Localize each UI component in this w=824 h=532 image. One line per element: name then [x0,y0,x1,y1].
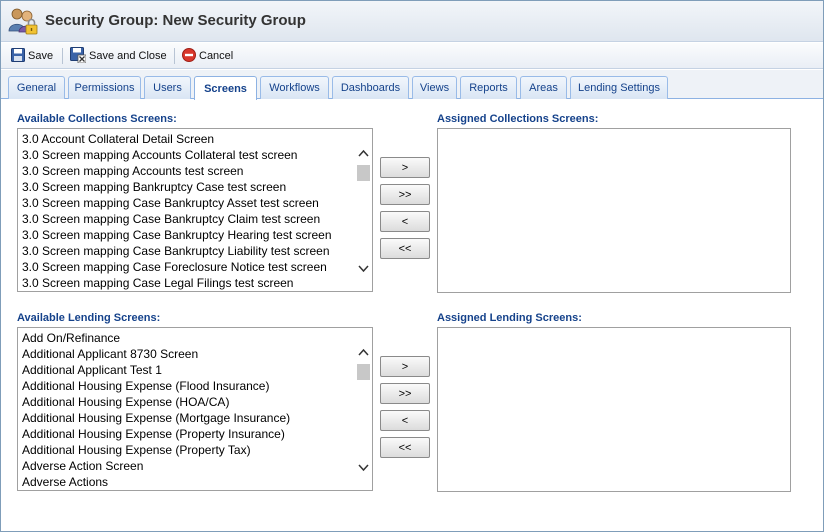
list-item[interactable]: 3.0 Screen mapping Case Legal Filings te… [18,275,355,291]
assigned-collections-label: Assigned Collections Screens: [437,113,599,125]
list-item[interactable]: Additional Applicant 8730 Screen [18,346,355,362]
toolbar: Save Save and Close Cancel [1,43,823,69]
list-item[interactable]: 3.0 Account Collateral Detail Screen [18,131,355,147]
tab-label: Areas [529,82,558,94]
chevron-up-icon[interactable] [355,343,372,360]
list-item[interactable]: Adverse Action Screen [18,458,355,474]
available-lending-scrollbar[interactable] [355,328,372,490]
security-group-window: Security Group: New Security Group Save [0,0,824,532]
tab-label: Workflows [269,82,320,94]
save-and-close-button[interactable]: Save and Close [70,46,167,66]
list-item[interactable]: 3.0 Screen mapping Accounts test screen [18,163,355,179]
tab-label: Lending Settings [578,82,660,94]
save-button[interactable]: Save [11,47,54,65]
screens-tab-panel: Available Collections Screens: Assigned … [1,100,823,531]
chevron-up-icon[interactable] [355,144,372,161]
list-item[interactable]: 3.0 Screen mapping Bankruptcy Case test … [18,179,355,195]
cancel-button[interactable]: Cancel [182,47,234,65]
assigned-lending-list[interactable] [437,327,791,492]
tab-views[interactable]: Views [412,76,457,99]
available-collections-list[interactable]: 3.0 Account Collateral Detail Screen 3.0 … [17,128,373,292]
tab-areas[interactable]: Areas [520,76,567,99]
tab-screens[interactable]: Screens [194,76,257,100]
add-all-lending-screens-button[interactable]: >> [380,383,430,404]
available-lending-list[interactable]: Add On/Refinance Additional Applicant 873… [17,327,373,491]
list-item[interactable]: Additional Housing Expense (HOA/CA) [18,394,355,410]
list-item[interactable]: 3.0 Screen mapping Case Foreclosure Noti… [18,259,355,275]
list-item[interactable]: Additional Housing Expense (Mortgage Ins… [18,410,355,426]
add-lending-screen-button[interactable]: > [380,356,430,377]
list-item[interactable]: Additional Applicant Test 1 [18,362,355,378]
cancel-circle-icon [182,47,199,65]
list-item[interactable]: Additional Housing Expense (Flood Insura… [18,378,355,394]
tab-label: Views [419,82,450,94]
toolbar-separator [174,48,175,64]
security-group-users-icon [7,5,39,37]
remove-lending-screen-button[interactable]: < [380,410,430,431]
tab-label: Permissions [74,82,135,94]
floppy-disk-close-icon [70,46,89,66]
tab-general[interactable]: General [8,76,65,99]
tab-label: Dashboards [340,82,401,94]
tab-label: Users [153,82,182,94]
tab-reports[interactable]: Reports [460,76,517,99]
scroll-thumb[interactable] [357,364,370,380]
list-item[interactable]: Add On/Refinance [18,330,355,346]
available-collections-scrollbar[interactable] [355,129,372,291]
list-item[interactable]: Additional Housing Expense (Property Ins… [18,426,355,442]
remove-collection-screen-button[interactable]: < [380,211,430,232]
assigned-collections-list[interactable] [437,128,791,293]
list-item[interactable]: Additional Housing Expense (Property Tax… [18,442,355,458]
available-collections-label: Available Collections Screens: [17,113,177,125]
tab-users[interactable]: Users [144,76,191,99]
tab-strip: General Permissions Users Screens Workfl… [1,70,823,100]
tab-permissions[interactable]: Permissions [68,76,141,99]
window-title: Security Group: New Security Group [45,12,306,29]
list-item[interactable]: 3.0 Screen mapping Case Bankruptcy Liabi… [18,243,355,259]
scroll-thumb[interactable] [357,165,370,181]
add-collection-screen-button[interactable]: > [380,157,430,178]
list-item[interactable]: 3.0 Screen mapping Case Bankruptcy Claim… [18,211,355,227]
tab-label: Screens [204,82,247,95]
tab-workflows[interactable]: Workflows [260,76,329,99]
tab-label: General [16,82,57,94]
save-and-close-button-label: Save and Close [89,50,167,62]
available-lending-label: Available Lending Screens: [17,312,161,324]
tab-label: Reports [469,82,508,94]
assigned-lending-label: Assigned Lending Screens: [437,312,582,324]
tab-lending-settings[interactable]: Lending Settings [570,76,668,99]
chevron-down-icon[interactable] [355,260,372,277]
floppy-disk-icon [11,47,28,65]
list-item[interactable]: 3.0 Screen mapping Accounts Collateral t… [18,147,355,163]
list-item[interactable]: 3.0 Screen mapping Case Bankruptcy Asset… [18,195,355,211]
remove-all-collection-screens-button[interactable]: << [380,238,430,259]
title-bar: Security Group: New Security Group [1,1,823,42]
add-all-collection-screens-button[interactable]: >> [380,184,430,205]
remove-all-lending-screens-button[interactable]: << [380,437,430,458]
tab-dashboards[interactable]: Dashboards [332,76,409,99]
list-item[interactable]: 3.0 Screen mapping Case Bankruptcy Heari… [18,227,355,243]
chevron-down-icon[interactable] [355,459,372,476]
cancel-button-label: Cancel [199,50,234,62]
save-button-label: Save [28,50,54,62]
list-item[interactable]: Adverse Actions [18,474,355,490]
toolbar-separator [62,48,63,64]
